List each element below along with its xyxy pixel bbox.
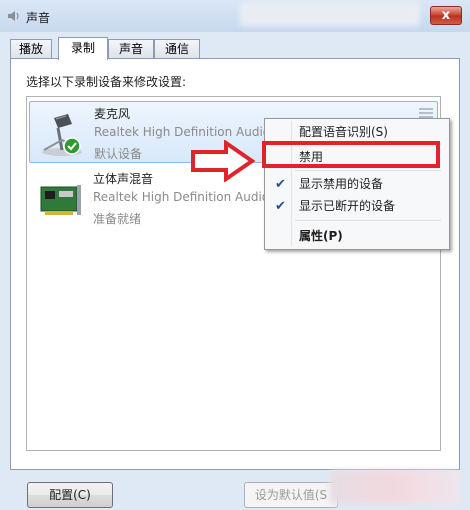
tab-playback[interactable]: 播放	[10, 39, 52, 58]
title-bar: 声音 x	[0, 0, 470, 32]
menu-item-configure-speech[interactable]: 配置语音识别(S)	[267, 122, 445, 143]
device-description: Realtek High Definition Audio	[93, 190, 270, 204]
menu-separator	[295, 170, 441, 171]
device-name: 麦克风	[94, 107, 131, 121]
checkmark-icon: ✔	[275, 199, 286, 214]
instruction-text: 选择以下录制设备来修改设置:	[26, 75, 187, 89]
menu-item-show-disabled[interactable]: ✔ 显示禁用的设备	[267, 174, 445, 195]
menu-item-properties[interactable]: 属性(P)	[267, 226, 445, 247]
device-status: 准备就绪	[93, 212, 142, 226]
blurred-region	[240, 2, 420, 26]
tab-communications[interactable]: 通信	[154, 39, 200, 58]
close-button[interactable]: x	[430, 6, 462, 25]
annotation-highlight-box	[262, 141, 440, 168]
sound-card-icon	[40, 185, 81, 215]
close-icon: x	[441, 8, 451, 23]
annotation-arrow-icon	[191, 140, 256, 182]
microphone-icon	[42, 114, 82, 156]
set-default-button[interactable]: 设为默认值(S	[244, 482, 338, 508]
device-status: 默认设备	[94, 147, 143, 161]
configure-button[interactable]: 配置(C)	[27, 482, 113, 508]
checkmark-icon: ✔	[275, 177, 286, 192]
device-name: 立体声混音	[93, 172, 154, 186]
device-description: Realtek High Definition Audio	[94, 125, 271, 139]
menu-item-show-disconnected[interactable]: ✔ 显示已断开的设备	[267, 196, 445, 217]
menu-separator	[295, 220, 441, 221]
tab-recording[interactable]: 录制	[58, 37, 108, 60]
speaker-icon	[8, 11, 19, 21]
context-menu: 配置语音识别(S) 禁用 ✔ 显示禁用的设备 ✔ 显示已断开的设备 属性(P)	[264, 118, 450, 250]
tab-sounds[interactable]: 声音	[108, 39, 154, 58]
blurred-region	[330, 470, 460, 504]
window-title: 声音	[26, 11, 51, 25]
